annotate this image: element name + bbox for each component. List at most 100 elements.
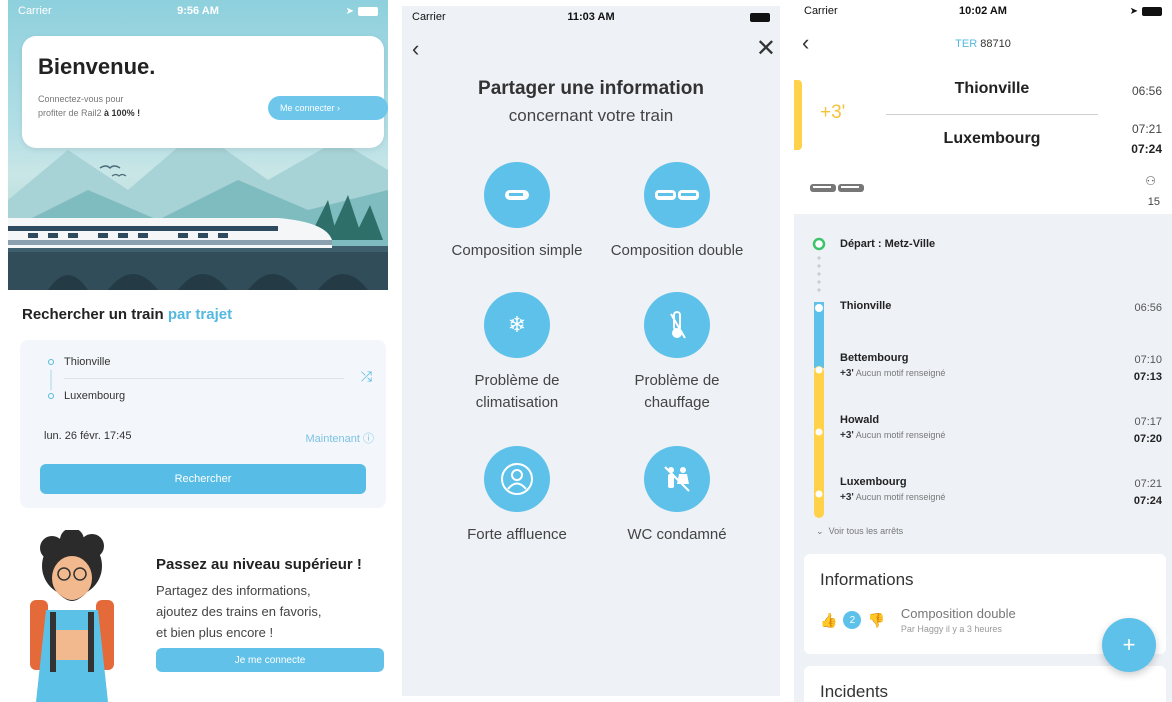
option-composition-simple[interactable]: Composition simple (432, 162, 602, 262)
back-icon[interactable]: ‹ (412, 36, 419, 62)
route-divider (64, 378, 344, 379)
seat-icon: ⚇ (1145, 174, 1156, 188)
welcome-text-line1: Connectez-vous pour (38, 94, 124, 104)
promo-text: Partagez des informations, ajoutez des t… (156, 580, 382, 643)
see-all-stops-link[interactable]: ⌄ Voir tous les arrêts (816, 526, 903, 537)
stop-times: 06:56 (1134, 300, 1162, 317)
hero-illustration: Carrier 9:56 AM ➤ Bienvenue. Connectez-v… (8, 0, 388, 290)
destination-dot-icon (48, 393, 54, 399)
date-field[interactable]: lun. 26 févr. 17:45 (44, 430, 131, 442)
option-label-line1: Problème de (634, 372, 720, 389)
option-label: WC condamné (627, 526, 727, 543)
stop-row[interactable]: Howald +3' Aucun motif renseigné 07:17 07… (840, 414, 1162, 445)
stop-delay-info: +3' Aucun motif renseigné (840, 492, 1162, 503)
option-label: Composition simple (451, 242, 583, 259)
thumbs-up-icon[interactable]: 👍 (820, 612, 837, 629)
thermometer-icon (644, 292, 710, 358)
destination-time-actual: 07:24 (1131, 142, 1162, 156)
origin-dot-icon (48, 359, 54, 365)
page-title: Partager une information (478, 78, 704, 99)
stop-delay: +3' (840, 430, 854, 441)
search-title-prefix: Rechercher un train (22, 306, 168, 323)
welcome-text-bold: à 100% ! (104, 108, 141, 118)
stop-reason: Aucun motif renseigné (855, 492, 946, 502)
stop-reason: Aucun motif renseigné (855, 430, 946, 440)
train-type: TER (955, 38, 978, 50)
location-icon: ➤ (1129, 5, 1138, 17)
stop-time-planned: 07:21 (1134, 478, 1162, 490)
battery-icon (358, 6, 378, 16)
delay-indicator (794, 80, 802, 150)
information-item[interactable]: 👍 2 👎 Composition double Par Haggy il y … (820, 606, 1150, 634)
stop-time-planned: 07:10 (1134, 354, 1162, 366)
from-field[interactable]: Thionville (48, 356, 110, 368)
connect-button[interactable]: Me connecter › (268, 96, 388, 120)
to-field[interactable]: Luxembourg (48, 390, 125, 402)
train-detail-screen: Carrier 10:02 AM ➤ ‹ TER 88710 +3' Thion… (794, 0, 1172, 702)
crowd-icon (484, 446, 550, 512)
informations-title: Informations (820, 570, 914, 589)
option-label: Problème de chauffage (592, 370, 762, 414)
now-link[interactable]: Maintenant ⓘ (306, 430, 374, 446)
share-info-screen: Carrier 11:03 AM ‹ ✕ Partager une inform… (402, 6, 780, 696)
stop-time: 06:56 (1134, 302, 1162, 314)
status-bar: Carrier 11:03 AM (402, 6, 780, 28)
wc-icon (644, 446, 710, 512)
stop-name: Luxembourg (840, 476, 907, 488)
stop-delay: +3' (840, 368, 854, 379)
origin-time: 06:56 (1131, 84, 1162, 98)
option-label: Forte affluence (467, 526, 567, 543)
add-info-button[interactable]: + (1102, 618, 1156, 672)
train-double-icon (810, 184, 864, 192)
option-wc[interactable]: WC condamné (592, 446, 762, 546)
close-icon[interactable]: ✕ (756, 34, 776, 63)
stop-row[interactable]: Luxembourg +3' Aucun motif renseigné 07:… (840, 476, 1162, 507)
carrier-label: Carrier (412, 11, 446, 23)
option-label-line1: Problème de (474, 372, 560, 389)
welcome-text-line2: profiter de Rail2 (38, 108, 105, 118)
thumbs-down-icon[interactable]: 👎 (867, 612, 884, 629)
to-value: Luxembourg (64, 390, 126, 402)
stop-name: Thionville (840, 300, 892, 312)
stop-reason: Aucun motif renseigné (855, 368, 946, 378)
route-connector (50, 370, 52, 390)
option-air-conditioning[interactable]: ❄ Problème de climatisation (432, 292, 602, 414)
route-divider (886, 114, 1098, 115)
destination-time-planned: 07:21 (1131, 122, 1162, 136)
stop-name: Howald (840, 414, 880, 426)
status-bar: Carrier 10:02 AM ➤ (794, 0, 1172, 22)
welcome-text: Connectez-vous pour profiter de Rail2 à … (38, 92, 178, 120)
see-all-label: Voir tous les arrêts (828, 526, 904, 536)
departure-stop: Départ : Metz-Ville (840, 238, 1162, 250)
search-mode-link[interactable]: par trajet (168, 306, 232, 323)
carrier-label: Carrier (18, 5, 52, 17)
stop-time-actual: 07:13 (1133, 371, 1162, 383)
carrier-label: Carrier (804, 5, 838, 17)
option-crowd[interactable]: Forte affluence (432, 446, 602, 546)
option-label-line2: chauffage (644, 394, 710, 411)
train-id: TER 88710 (794, 38, 1172, 50)
stop-row[interactable]: Bettembourg +3' Aucun motif renseigné 07… (840, 352, 1162, 383)
login-button[interactable]: Je me connecte (156, 648, 384, 672)
search-button[interactable]: Rechercher (40, 464, 366, 494)
option-composition-double[interactable]: Composition double (592, 162, 762, 262)
promo-line3: et bien plus encore ! (156, 625, 274, 640)
promo-line2: ajoutez des trains en favoris, (156, 604, 322, 619)
location-icon: ➤ (345, 5, 354, 17)
option-label-line2: climatisation (475, 394, 559, 411)
stop-time-actual: 07:20 (1133, 433, 1162, 445)
home-screen: Carrier 9:56 AM ➤ Bienvenue. Connectez-v… (8, 0, 388, 702)
incidents-title: Incidents (820, 682, 889, 701)
stop-times: 07:10 07:13 (1134, 352, 1162, 386)
option-heating[interactable]: Problème de chauffage (592, 292, 762, 414)
information-content: Composition double Par Haggy il y a 3 he… (901, 606, 1016, 634)
swap-icon[interactable]: ⤮ (361, 368, 372, 385)
vote-count-badge: 2 (843, 611, 862, 629)
promo-title: Passez au niveau supérieur ! (156, 556, 362, 573)
stop-row[interactable]: Thionville 06:56 (840, 300, 1162, 314)
train-single-icon (484, 162, 550, 228)
seat-count: 15 (1147, 196, 1160, 208)
stop-delay-info: +3' Aucun motif renseigné (840, 368, 1162, 379)
information-item-title: Composition double (900, 606, 1016, 621)
option-label: Problème de climatisation (432, 370, 602, 414)
